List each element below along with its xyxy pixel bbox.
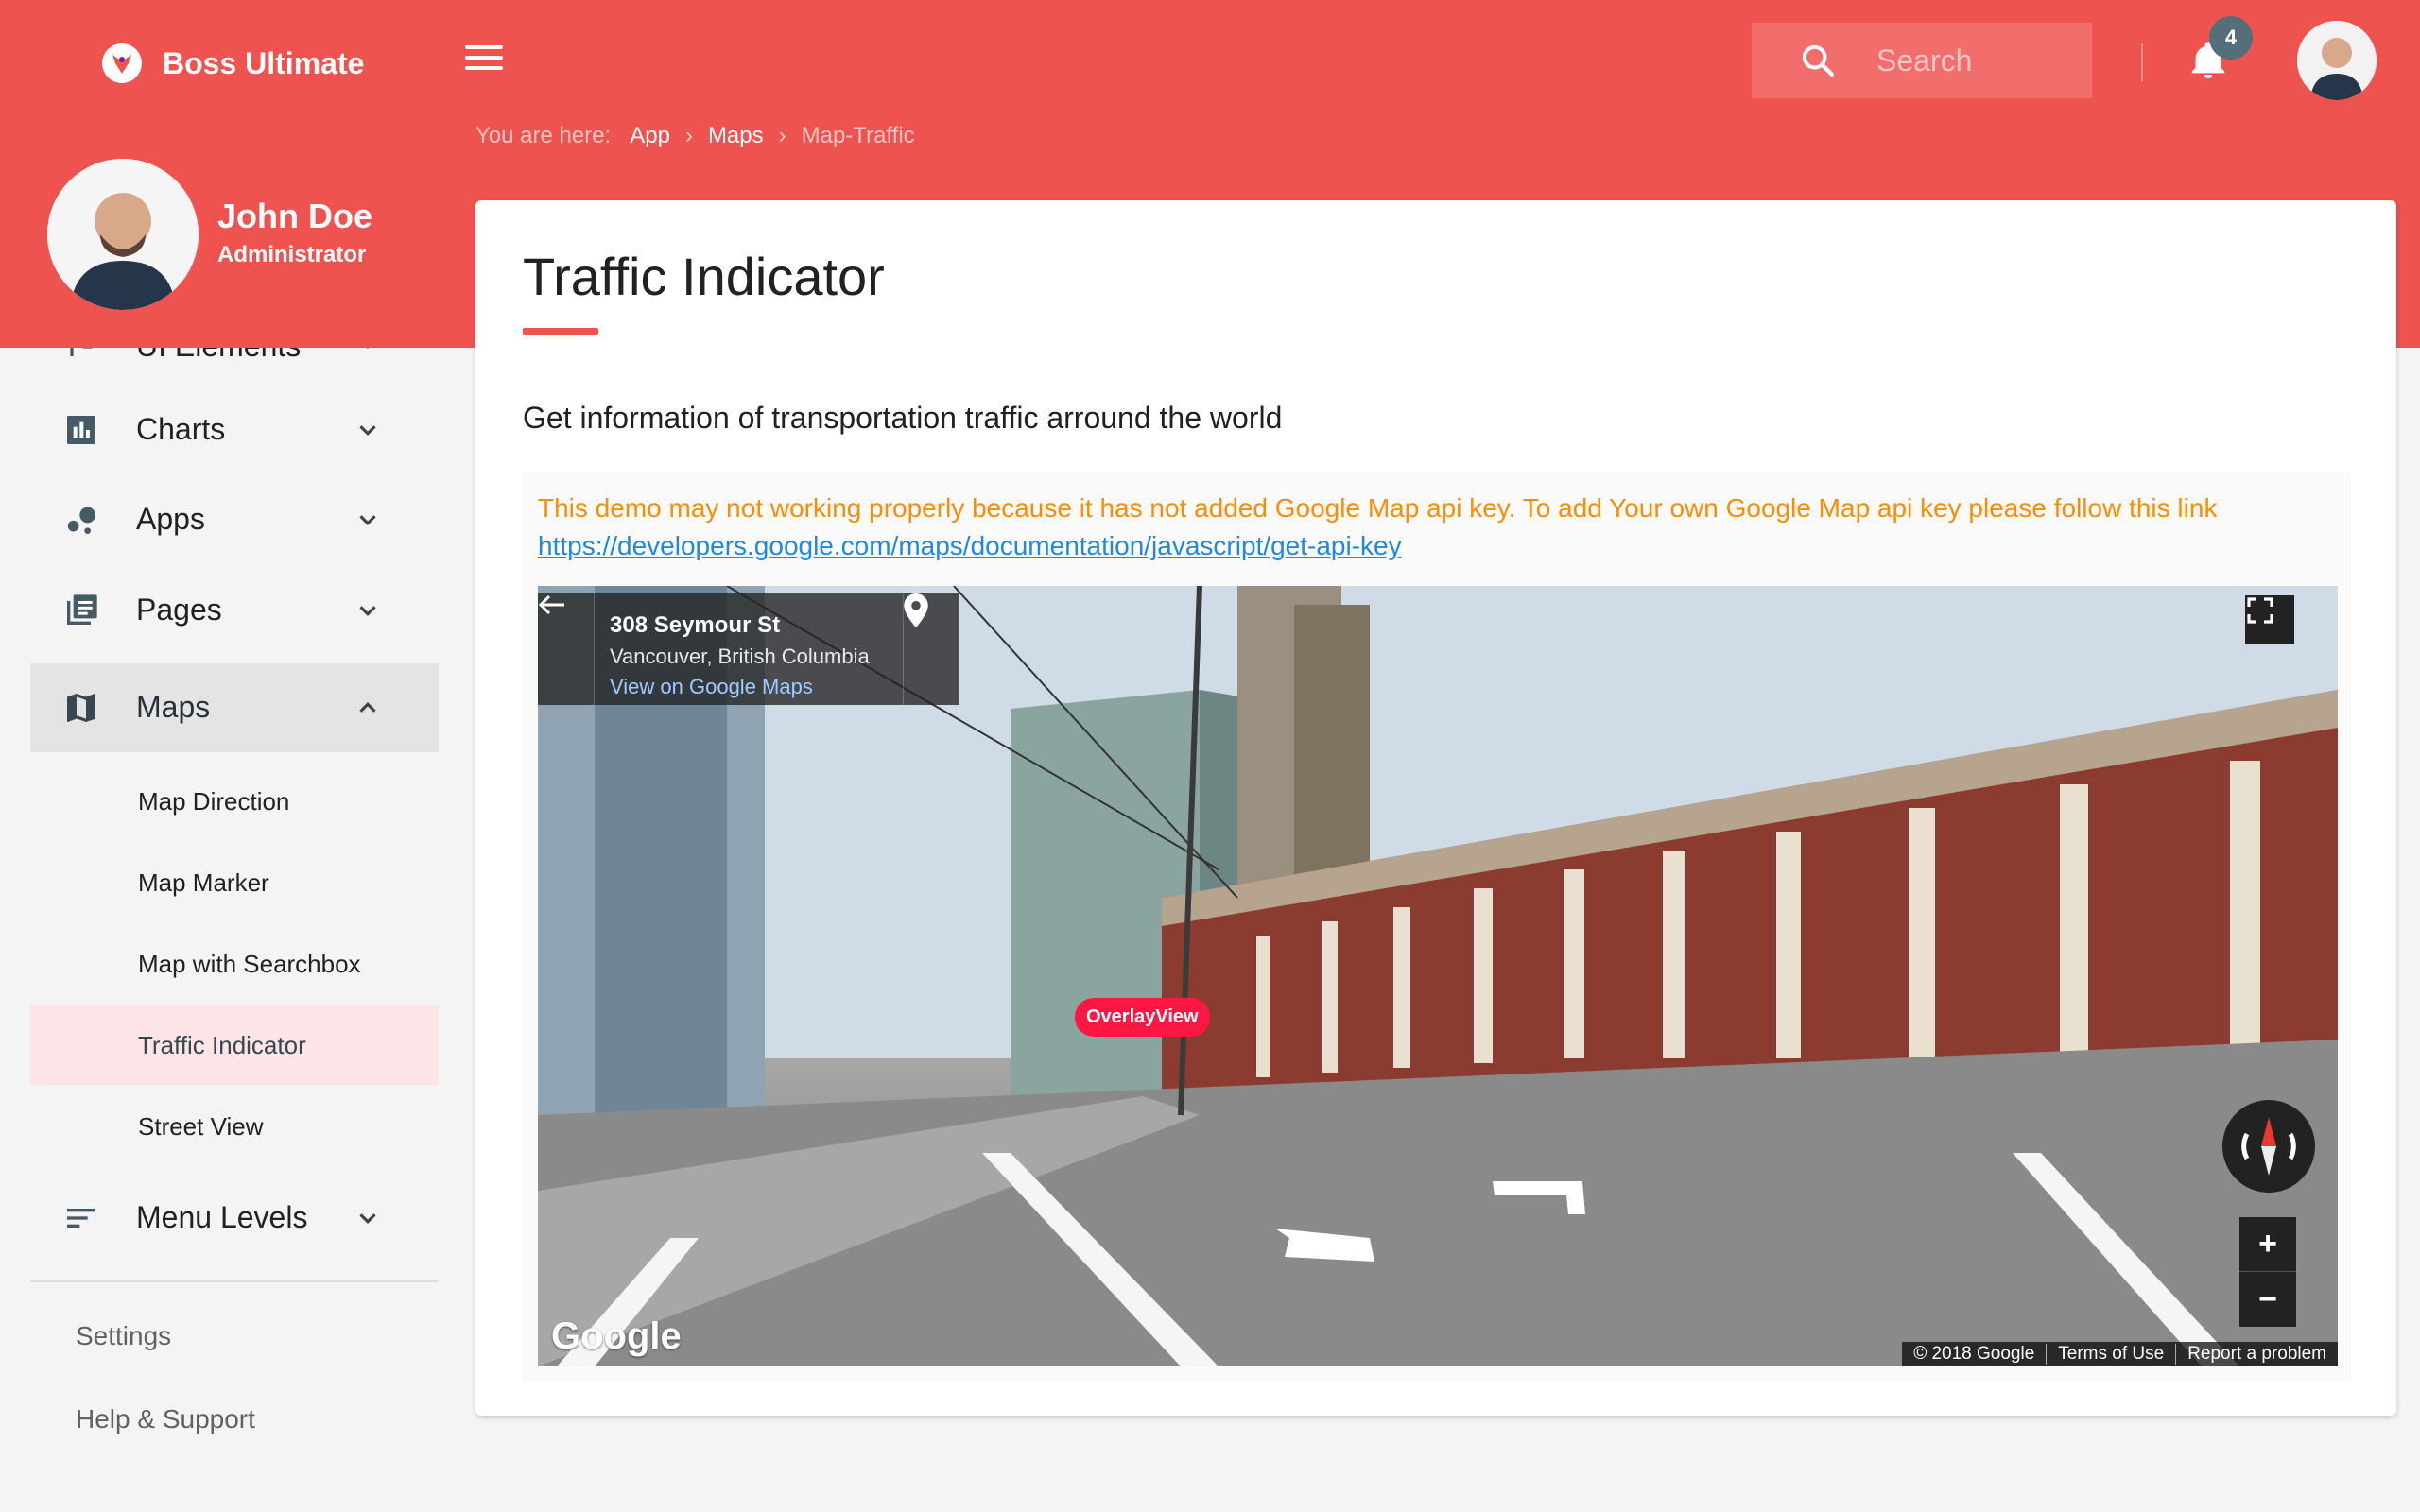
profile-avatar (47, 159, 199, 310)
search-icon (1802, 44, 1835, 77)
back-arrow-icon[interactable] (538, 593, 595, 705)
address-title: 308 Seymour St (610, 612, 781, 638)
street-view-panorama[interactable]: 308 Seymour St Vancouver, British Columb… (538, 586, 2338, 1366)
sort-icon (67, 1209, 95, 1228)
sidebar-item-label: Charts (136, 412, 226, 446)
address-subtitle: Vancouver, British Columbia (610, 644, 870, 668)
profile-role: Administrator (217, 242, 367, 267)
search-input[interactable] (1876, 43, 2066, 78)
sidebar-item-label: Maps (136, 690, 211, 724)
chevron-up-icon (359, 702, 376, 713)
sidebar-item-maps[interactable]: Maps (30, 663, 439, 752)
pages-icon (67, 594, 97, 625)
brand[interactable]: Boss Ultimate (102, 43, 364, 83)
api-key-link[interactable]: https://developers.google.com/maps/docum… (538, 531, 1402, 560)
sidebar-item-pages[interactable]: Pages (30, 566, 439, 655)
sidebar-link-settings[interactable]: Settings (76, 1321, 171, 1351)
sidebar-item-charts[interactable]: Charts (30, 386, 439, 474)
title-underline (523, 328, 598, 335)
breadcrumb-maps[interactable]: Maps (708, 123, 764, 149)
sidebar: UI Elements Charts Apps Pages Maps Map D… (0, 348, 454, 1512)
terms-of-use-link[interactable]: Terms of Use (2046, 1344, 2175, 1365)
sidebar-link-help[interactable]: Help & Support (76, 1404, 255, 1435)
bubbles-icon (67, 507, 95, 534)
bar-chart-icon (67, 416, 95, 444)
api-key-warning: This demo may not working properly becau… (538, 490, 2334, 565)
breadcrumb-app[interactable]: App (630, 123, 670, 149)
brand-logo-icon (102, 43, 142, 83)
sidebar-subitem-label: Traffic Indicator (138, 1030, 306, 1059)
profile-name: John Doe (217, 197, 373, 235)
copyright-text: © 2018 Google (1913, 1344, 2035, 1364)
zoom-out-button[interactable]: − (2239, 1272, 2296, 1327)
header-divider (2141, 43, 2143, 81)
sidebar-item-label: UI Elements (136, 348, 301, 364)
map-icon (67, 694, 95, 722)
sidebar-subitem-map-searchbox[interactable]: Map with Searchbox (30, 924, 439, 1004)
location-pin-icon[interactable] (903, 593, 959, 705)
warning-text: This demo may not working properly becau… (538, 493, 2218, 523)
overlay-view-label: OverlayView (1075, 998, 1210, 1037)
sidebar-item-menu-levels[interactable]: Menu Levels (30, 1174, 439, 1263)
sidebar-item-label: Pages (136, 593, 222, 627)
sidebar-divider (30, 1280, 439, 1282)
chevron-down-icon (359, 606, 376, 616)
menu-toggle-icon[interactable] (465, 45, 503, 76)
map-attribution: © 2018 Google Terms of Use Report a prob… (1902, 1342, 2338, 1366)
breadcrumb-prefix: You are here: (475, 123, 612, 148)
zoom-in-button[interactable]: + (2239, 1217, 2296, 1272)
notice-panel: This demo may not working properly becau… (523, 472, 2351, 1382)
sidebar-item-label: Menu Levels (136, 1200, 308, 1234)
user-avatar[interactable] (2297, 21, 2377, 100)
breadcrumb-separator: › (778, 123, 786, 148)
sidebar-item-label: Apps (136, 502, 205, 536)
fullscreen-icon[interactable] (2245, 595, 2294, 644)
chevron-down-icon (359, 425, 376, 436)
breadcrumb-separator: › (684, 123, 693, 148)
brand-name: Boss Ultimate (163, 45, 365, 80)
sidebar-subitem-label: Map Direction (138, 786, 290, 816)
page-description: Get information of transportation traffi… (523, 401, 1283, 435)
sidebar-subitem-map-direction[interactable]: Map Direction (30, 762, 439, 841)
sidebar-subitem-label: Street View (138, 1111, 264, 1141)
sidebar-subitem-map-marker[interactable]: Map Marker (30, 843, 439, 922)
sidebar-subitem-label: Map with Searchbox (138, 949, 361, 978)
sidebar-item-ui-elements[interactable]: UI Elements (30, 348, 439, 386)
flag-icon (70, 348, 93, 356)
view-on-google-maps-link[interactable]: View on Google Maps (610, 675, 813, 699)
breadcrumb: You are here: App › Maps › Map-Traffic (475, 123, 915, 149)
sidebar-subitem-street-view[interactable]: Street View (30, 1087, 439, 1166)
address-panel: 308 Seymour St Vancouver, British Columb… (538, 593, 959, 705)
notification-badge: 4 (2209, 16, 2253, 60)
sidebar-item-apps[interactable]: Apps (30, 475, 439, 564)
compass-icon[interactable] (2222, 1100, 2315, 1193)
chevron-down-icon (367, 348, 369, 349)
search-box[interactable] (1752, 23, 2092, 98)
sidebar-subitem-label: Map Marker (138, 868, 269, 897)
chevron-down-icon (359, 1213, 376, 1224)
chevron-down-icon (359, 515, 376, 525)
google-logo: Google (551, 1315, 682, 1357)
content-card: Traffic Indicator Get information of tra… (475, 200, 2396, 1416)
breadcrumb-current: Map-Traffic (801, 123, 915, 148)
report-problem-link[interactable]: Report a problem (2175, 1344, 2338, 1365)
zoom-control: + − (2239, 1217, 2296, 1327)
page-title: Traffic Indicator (523, 247, 885, 306)
sidebar-subitem-traffic-indicator[interactable]: Traffic Indicator (30, 1005, 439, 1085)
